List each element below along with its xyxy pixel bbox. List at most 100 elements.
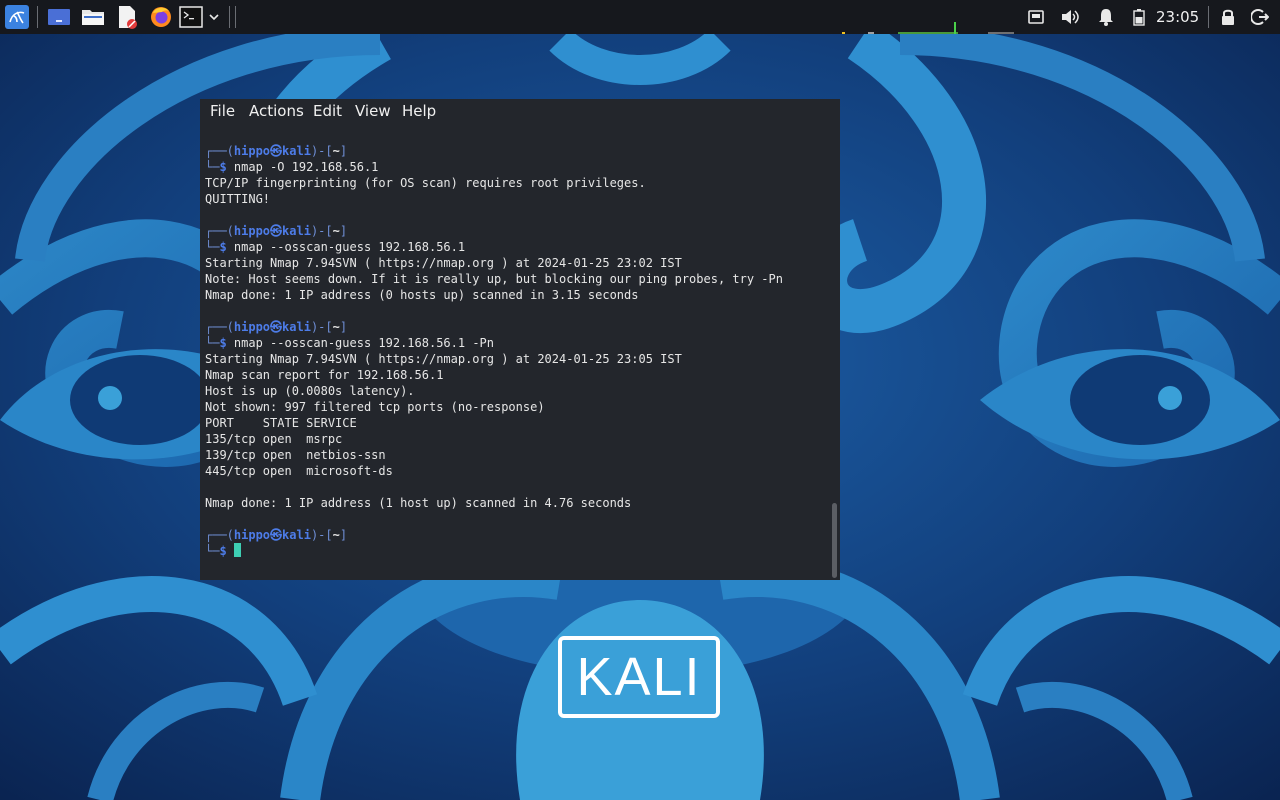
text-editor-button[interactable] [114,0,140,34]
prompt-header-line: ┌──(hippo㉿kali)-[~] [205,143,825,159]
notification-bell-icon [1099,9,1113,26]
firefox-button[interactable] [148,0,174,34]
clock[interactable]: 23:05 [1156,0,1199,34]
prompt-frame: ┌──( [205,144,234,158]
prompt-symbol: $ [219,336,227,350]
volume-icon [1062,10,1079,24]
kali-logo-text: KALI [576,647,702,707]
prompt-symbol: $ [219,240,227,254]
output-line: 139/tcp open netbios-ssn [205,448,386,462]
command-line: └─$ nmap -O 192.168.56.1 [205,159,825,175]
taskbar-separator [1208,6,1209,28]
prompt-frame: ┌──( [205,224,234,238]
volume-button[interactable] [1058,0,1082,34]
notifications-button[interactable] [1094,0,1118,34]
output-line: Note: Host seems down. If it is really u… [205,272,783,286]
lock-icon [1222,9,1234,25]
output-line: Nmap done: 1 IP address (1 host up) scan… [205,496,632,510]
chevron-down-icon [209,14,219,21]
prompt-frame: ] [339,528,348,542]
kali-menu-icon [5,5,29,29]
prompt-header-line: ┌──(hippo㉿kali)-[~] [205,223,825,239]
taskbar-separator [235,6,236,28]
network-icon [1028,10,1044,24]
battery-icon [1133,9,1145,26]
prompt-frame: ] [339,144,348,158]
prompt-directory: ~ [332,528,340,542]
logout-icon [1251,9,1269,25]
file-manager-icon [82,10,104,25]
prompt-frame: ] [339,320,348,334]
output-line: Host is up (0.0080s latency). [205,384,415,398]
command-text: nmap --osscan-guess 192.168.56.1 [226,240,466,254]
command-line: └─$ nmap --osscan-guess 192.168.56.1 [205,239,825,255]
menu-view[interactable]: View [355,102,391,120]
prompt-directory: ~ [332,224,340,238]
prompt-frame: )-[ [310,320,333,334]
terminal-output[interactable]: ┌──(hippo㉿kali)-[~] └─$ nmap -O 192.168.5… [205,143,825,573]
terminal-icon [179,6,203,28]
firefox-icon [151,7,171,27]
prompt-symbol: $ [219,160,227,174]
terminal-scrollbar[interactable] [832,503,837,578]
prompt-user-host: hippo㉿kali [233,144,311,158]
taskbar: 23:05 [0,0,1280,34]
terminal-launcher-button[interactable] [178,0,204,34]
taskbar-separator [229,6,230,28]
kali-menu-button[interactable] [4,0,30,34]
output-line: QUITTING! [205,192,271,206]
prompt-frame: )-[ [310,144,333,158]
battery-button[interactable] [1128,0,1150,34]
prompt-frame: ┌──( [205,320,234,334]
output-line: Starting Nmap 7.94SVN ( https://nmap.org… [205,256,682,270]
show-desktop-icon [48,9,70,25]
prompt-frame: └─ [205,544,220,558]
output-line: Starting Nmap 7.94SVN ( https://nmap.org… [205,352,682,366]
output-line: PORT STATE SERVICE [205,416,357,430]
prompt-header-line: ┌──(hippo㉿kali)-[~] [205,527,825,543]
kali-logo: KALI [558,636,720,718]
show-desktop-button[interactable] [46,0,72,34]
command-text: nmap --osscan-guess 192.168.56.1 -Pn [226,336,494,350]
output-line: TCP/IP fingerprinting (for OS scan) requ… [205,176,646,190]
lock-screen-button[interactable] [1216,0,1240,34]
text-cursor[interactable] [233,543,241,557]
output-line: 135/tcp open msrpc [205,432,343,446]
text-editor-icon [119,6,137,29]
output-line: Nmap done: 1 IP address (0 hosts up) sca… [205,288,639,302]
menu-help[interactable]: Help [402,102,436,120]
prompt-frame: └─ [205,240,220,254]
prompt-directory: ~ [332,144,340,158]
menu-edit[interactable]: Edit [313,102,342,120]
terminal-menubar: File Actions Edit View Help [200,99,840,125]
launcher-dropdown-button[interactable] [206,0,222,34]
network-button[interactable] [1024,0,1048,34]
prompt-frame: └─ [205,160,220,174]
terminal-window[interactable]: File Actions Edit View Help ┌──(hippo㉿ka… [200,99,840,580]
output-line: 445/tcp open microsoft-ds [205,464,393,478]
menu-file[interactable]: File [210,102,235,120]
prompt-frame: └─ [205,336,220,350]
prompt-frame: )-[ [310,224,333,238]
command-line: └─$ nmap --osscan-guess 192.168.56.1 -Pn [205,335,825,351]
prompt-frame: ┌──( [205,528,234,542]
prompt-frame: ] [339,224,348,238]
prompt-user-host: hippo㉿kali [233,320,311,334]
active-prompt-line: └─$ [205,543,825,559]
prompt-symbol: $ [219,544,227,558]
taskbar-separator [37,6,38,28]
prompt-frame: )-[ [310,528,333,542]
prompt-header-line: ┌──(hippo㉿kali)-[~] [205,319,825,335]
menu-actions[interactable]: Actions [249,102,304,120]
command-text: nmap -O 192.168.56.1 [226,160,379,174]
output-line: Not shown: 997 filtered tcp ports (no-re… [205,400,545,414]
logout-button[interactable] [1248,0,1272,34]
output-line: Nmap scan report for 192.168.56.1 [205,368,444,382]
prompt-directory: ~ [332,320,340,334]
file-manager-button[interactable] [80,0,106,34]
prompt-user-host: hippo㉿kali [233,528,311,542]
